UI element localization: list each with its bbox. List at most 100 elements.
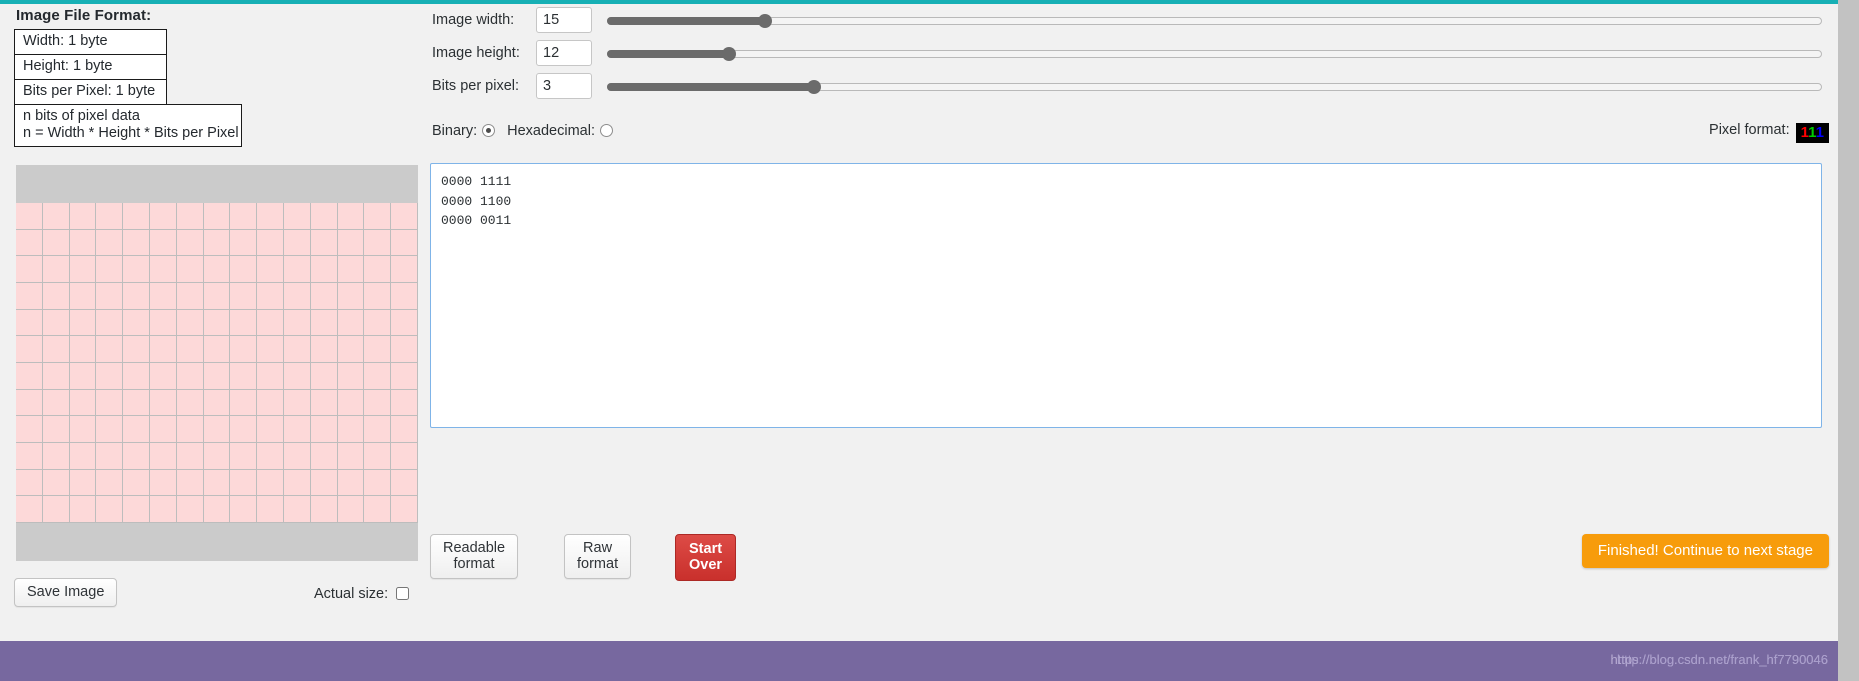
pixel-cell[interactable] <box>123 256 150 283</box>
bits-per-pixel-input[interactable] <box>536 73 592 99</box>
pixel-cell[interactable] <box>176 203 204 230</box>
pixel-cell[interactable] <box>283 416 311 443</box>
image-width-input[interactable] <box>536 7 592 33</box>
pixel-cell[interactable] <box>16 203 43 230</box>
pixel-cell[interactable] <box>149 469 177 497</box>
pixel-cell[interactable] <box>96 496 124 523</box>
pixel-cell[interactable] <box>96 229 124 257</box>
image-height-slider-track[interactable] <box>607 50 1822 58</box>
pixel-cell[interactable] <box>310 203 338 230</box>
pixel-cell[interactable] <box>283 256 311 283</box>
pixel-cell[interactable] <box>230 496 258 523</box>
pixel-cell[interactable] <box>203 309 231 337</box>
pixel-cell[interactable] <box>310 309 338 337</box>
pixel-cell[interactable] <box>230 203 258 230</box>
pixel-cell[interactable] <box>176 229 204 257</box>
pixel-cell[interactable] <box>123 362 150 390</box>
pixel-cell[interactable] <box>203 229 231 257</box>
pixel-cell[interactable] <box>257 336 284 363</box>
pixel-cell[interactable] <box>364 256 392 283</box>
pixel-cell[interactable] <box>257 362 284 390</box>
pixel-cell[interactable] <box>123 469 150 497</box>
pixel-cell[interactable] <box>149 256 177 283</box>
pixel-cell[interactable] <box>310 442 338 470</box>
pixel-cell[interactable] <box>96 469 124 497</box>
readable-format-button[interactable]: Readable format <box>430 534 519 579</box>
pixel-cell[interactable] <box>391 203 418 230</box>
pixel-cell[interactable] <box>203 362 231 390</box>
pixel-cell[interactable] <box>391 496 418 523</box>
pixel-cell[interactable] <box>96 256 124 283</box>
pixel-cell[interactable] <box>69 389 97 417</box>
pixel-cell[interactable] <box>69 416 97 443</box>
image-height-input[interactable] <box>536 40 592 66</box>
pixel-cell[interactable] <box>257 442 284 470</box>
image-width-slider-track[interactable] <box>607 17 1822 25</box>
pixel-cell[interactable] <box>283 469 311 497</box>
pixel-cell[interactable] <box>391 229 418 257</box>
pixel-cell[interactable] <box>391 362 418 390</box>
pixel-cell[interactable] <box>391 309 418 337</box>
pixel-cell[interactable] <box>123 203 150 230</box>
pixel-cell[interactable] <box>257 496 284 523</box>
pixel-cell[interactable] <box>203 496 231 523</box>
number-base-radio-group[interactable]: Binary: Hexadecimal: <box>432 123 625 139</box>
pixel-cell[interactable] <box>123 442 150 470</box>
pixel-cell[interactable] <box>149 416 177 443</box>
pixel-cell[interactable] <box>69 309 97 337</box>
binary-radio[interactable] <box>482 124 496 137</box>
pixel-cell[interactable] <box>16 496 43 523</box>
pixel-cell[interactable] <box>16 256 43 283</box>
actual-size-checkbox[interactable] <box>396 587 410 600</box>
pixel-cell[interactable] <box>149 336 177 363</box>
pixel-cell[interactable] <box>176 442 204 470</box>
pixel-cell[interactable] <box>364 336 392 363</box>
pixel-cell[interactable] <box>230 362 258 390</box>
pixel-cell[interactable] <box>123 309 150 337</box>
pixel-cell[interactable] <box>69 336 97 363</box>
pixel-cell[interactable] <box>42 203 70 230</box>
pixel-cell[interactable] <box>69 282 97 310</box>
pixel-data-textarea[interactable]: 0000 1111 0000 1100 0000 0011 <box>430 163 1822 428</box>
pixel-cell[interactable] <box>16 336 43 363</box>
pixel-cell[interactable] <box>230 229 258 257</box>
pixel-cell[interactable] <box>69 229 97 257</box>
pixel-cell[interactable] <box>310 282 338 310</box>
pixel-cell[interactable] <box>96 336 124 363</box>
pixel-cell[interactable] <box>283 442 311 470</box>
pixel-cell[interactable] <box>149 282 177 310</box>
pixel-cell[interactable] <box>310 256 338 283</box>
pixel-cell[interactable] <box>96 282 124 310</box>
pixel-cell[interactable] <box>257 416 284 443</box>
pixel-cell[interactable] <box>283 309 311 337</box>
pixel-cell[interactable] <box>364 416 392 443</box>
pixel-cell[interactable] <box>283 282 311 310</box>
pixel-cell[interactable] <box>230 389 258 417</box>
pixel-cell[interactable] <box>391 389 418 417</box>
bits-per-pixel-slider[interactable] <box>607 80 1822 94</box>
pixel-cell[interactable] <box>96 203 124 230</box>
pixel-cell[interactable] <box>203 256 231 283</box>
pixel-cell[interactable] <box>149 389 177 417</box>
pixel-cell[interactable] <box>96 389 124 417</box>
pixel-cell[interactable] <box>42 496 70 523</box>
pixel-cell[interactable] <box>96 416 124 443</box>
pixel-cell[interactable] <box>364 442 392 470</box>
pixel-cell[interactable] <box>149 442 177 470</box>
pixel-cell[interactable] <box>337 442 365 470</box>
pixel-cell[interactable] <box>337 203 365 230</box>
pixel-cell[interactable] <box>203 336 231 363</box>
pixel-cell[interactable] <box>391 336 418 363</box>
pixel-cell[interactable] <box>16 282 43 310</box>
image-height-slider-thumb[interactable] <box>721 47 736 61</box>
pixel-cell[interactable] <box>337 416 365 443</box>
pixel-cell[interactable] <box>391 282 418 310</box>
pixel-cell[interactable] <box>364 469 392 497</box>
pixel-cell[interactable] <box>257 282 284 310</box>
pixel-cell[interactable] <box>391 469 418 497</box>
image-height-slider[interactable] <box>607 47 1822 61</box>
pixel-grid[interactable] <box>16 203 418 523</box>
pixel-cell[interactable] <box>42 469 70 497</box>
pixel-cell[interactable] <box>203 203 231 230</box>
pixel-cell[interactable] <box>230 416 258 443</box>
